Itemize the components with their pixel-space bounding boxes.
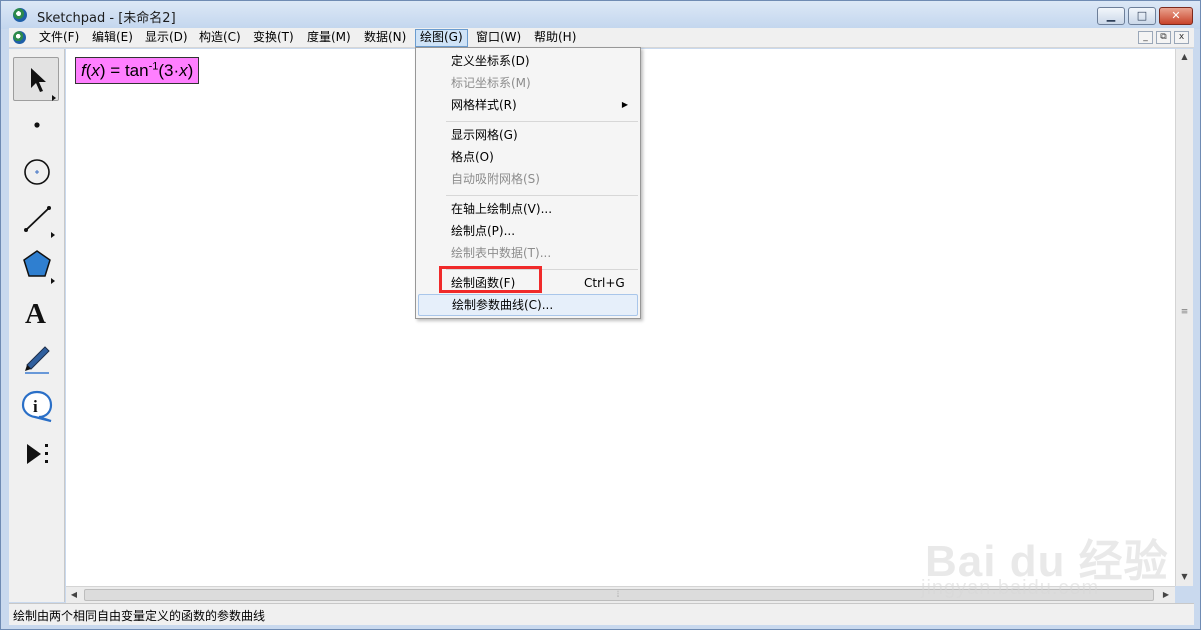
function-argument-variable: x <box>179 61 188 80</box>
menu-item-label: 自动吸附网格(S) <box>451 172 540 186</box>
maximize-button[interactable]: □ <box>1128 7 1156 25</box>
watermark-url: jingyan.baidu.com <box>921 577 1100 599</box>
menu-plot-point[interactable]: 绘制点(P)... <box>418 220 638 242</box>
menu-display[interactable]: 显示(D) <box>141 29 192 47</box>
doc-restore-button[interactable]: ⧉ <box>1156 31 1171 44</box>
vertical-scrollbar[interactable]: ▲ ≡ ▼ <box>1175 49 1193 586</box>
menu-bar: 文件(F) 编辑(E) 显示(D) 构造(C) 变换(T) 度量(M) 数据(N… <box>9 28 1194 48</box>
point-tool[interactable] <box>13 103 59 147</box>
shortcut-label: Ctrl+G <box>584 276 625 290</box>
menu-show-grid[interactable]: 显示网格(G) <box>418 124 638 146</box>
menu-snap-to-grid: 自动吸附网格(S) <box>418 168 638 190</box>
menu-plot-parametric-curve[interactable]: 绘制参数曲线(C)... <box>418 294 638 316</box>
scroll-left-arrow-icon[interactable]: ◀ <box>66 587 82 603</box>
menu-item-label: 绘制参数曲线(C)... <box>452 298 554 312</box>
menu-edit[interactable]: 编辑(E) <box>88 29 137 47</box>
menu-file[interactable]: 文件(F) <box>35 29 83 47</box>
menu-item-label: 绘制点(P)... <box>451 224 516 238</box>
submenu-arrow-icon: ▶ <box>621 100 628 109</box>
compass-tool[interactable] <box>13 149 59 193</box>
status-text: 绘制由两个相同自由变量定义的函数的参数曲线 <box>13 609 266 623</box>
scroll-down-arrow-icon[interactable]: ▼ <box>1176 569 1193 585</box>
scroll-up-arrow-icon[interactable]: ▲ <box>1176 49 1193 65</box>
menu-window[interactable]: 窗口(W) <box>472 29 525 47</box>
text-tool[interactable]: A <box>13 289 59 333</box>
menu-separator <box>446 121 638 122</box>
menu-grid-style[interactable]: 网格样式(R) ▶ <box>418 94 638 116</box>
function-label[interactable]: f(x) = tan-1(3·x) <box>75 57 200 84</box>
svg-text:i: i <box>33 397 38 416</box>
function-argument: (3· <box>158 61 180 80</box>
menu-measure[interactable]: 度量(M) <box>303 29 355 47</box>
point-icon <box>34 122 40 128</box>
polygon-icon <box>23 250 55 284</box>
red-highlight-box <box>439 266 542 293</box>
menu-define-coordinate-system[interactable]: 定义坐标系(D) <box>418 50 638 72</box>
custom-tool-play-icon <box>27 444 48 464</box>
menu-plot-table-data: 绘制表中数据(T)... <box>418 242 638 264</box>
function-name: f <box>81 61 86 80</box>
line-segment-icon <box>24 206 55 238</box>
scroll-right-arrow-icon[interactable]: ▶ <box>1158 587 1174 603</box>
menu-separator <box>446 195 638 196</box>
menu-item-label: 显示网格(G) <box>451 128 518 142</box>
menu-mark-coordinate-system: 标记坐标系(M) <box>418 72 638 94</box>
function-variable: x <box>91 61 100 80</box>
selection-arrow-tool[interactable] <box>13 57 59 101</box>
polygon-tool[interactable] <box>13 241 59 285</box>
menu-data[interactable]: 数据(N) <box>360 29 410 47</box>
scroll-grip-icon[interactable]: ⦙ <box>611 588 625 602</box>
marker-tool[interactable] <box>13 335 59 379</box>
circle-icon <box>24 159 50 185</box>
baidu-watermark: Bai du 经验 jingyan.baidu.com <box>917 499 1168 609</box>
function-close-paren: ) <box>187 61 194 80</box>
information-tool[interactable]: i <box>13 383 59 427</box>
toolbox: A i <box>9 49 65 602</box>
sketchpad-window: Sketchpad - [未命名2] ▁ □ ✕ 文件(F) 编辑(E) 显示(… <box>0 0 1201 630</box>
menu-construct[interactable]: 构造(C) <box>195 29 245 47</box>
menu-transform[interactable]: 变换(T) <box>249 29 298 47</box>
window-title: Sketchpad - [未命名2] <box>37 11 176 26</box>
arrow-icon <box>31 68 56 101</box>
document-icon[interactable] <box>13 31 26 44</box>
menu-help[interactable]: 帮助(H) <box>530 29 580 47</box>
function-operator: ) = tan <box>99 61 149 80</box>
text-a-icon: A <box>25 298 46 330</box>
straightedge-tool[interactable] <box>13 195 59 239</box>
doc-close-button[interactable]: x <box>1174 31 1189 44</box>
menu-item-label: 绘制表中数据(T)... <box>451 246 552 260</box>
sketchpad-app-icon <box>13 8 27 22</box>
menu-item-label: 在轴上绘制点(V)... <box>451 202 553 216</box>
menu-item-label: 标记坐标系(M) <box>451 76 531 90</box>
menu-graph[interactable]: 绘图(G) <box>415 29 468 47</box>
menu-item-label: 定义坐标系(D) <box>451 54 530 68</box>
menu-item-label: 网格样式(R) <box>451 98 517 112</box>
doc-minimize-button[interactable]: _ <box>1138 31 1153 44</box>
function-exponent: -1 <box>148 60 159 73</box>
minimize-button[interactable]: ▁ <box>1097 7 1125 25</box>
title-bar: Sketchpad - [未命名2] ▁ □ ✕ <box>1 1 1200 29</box>
marker-pen-icon <box>25 346 50 374</box>
scroll-grip-icon[interactable]: ≡ <box>1176 307 1193 319</box>
close-button[interactable]: ✕ <box>1159 7 1193 25</box>
custom-tool[interactable] <box>13 431 59 475</box>
menu-grid-points[interactable]: 格点(O) <box>418 146 638 168</box>
info-bubble-icon: i <box>21 390 53 423</box>
menu-item-label: 格点(O) <box>451 150 494 164</box>
svg-text:A: A <box>25 298 46 330</box>
menu-plot-point-on-axis[interactable]: 在轴上绘制点(V)... <box>418 198 638 220</box>
